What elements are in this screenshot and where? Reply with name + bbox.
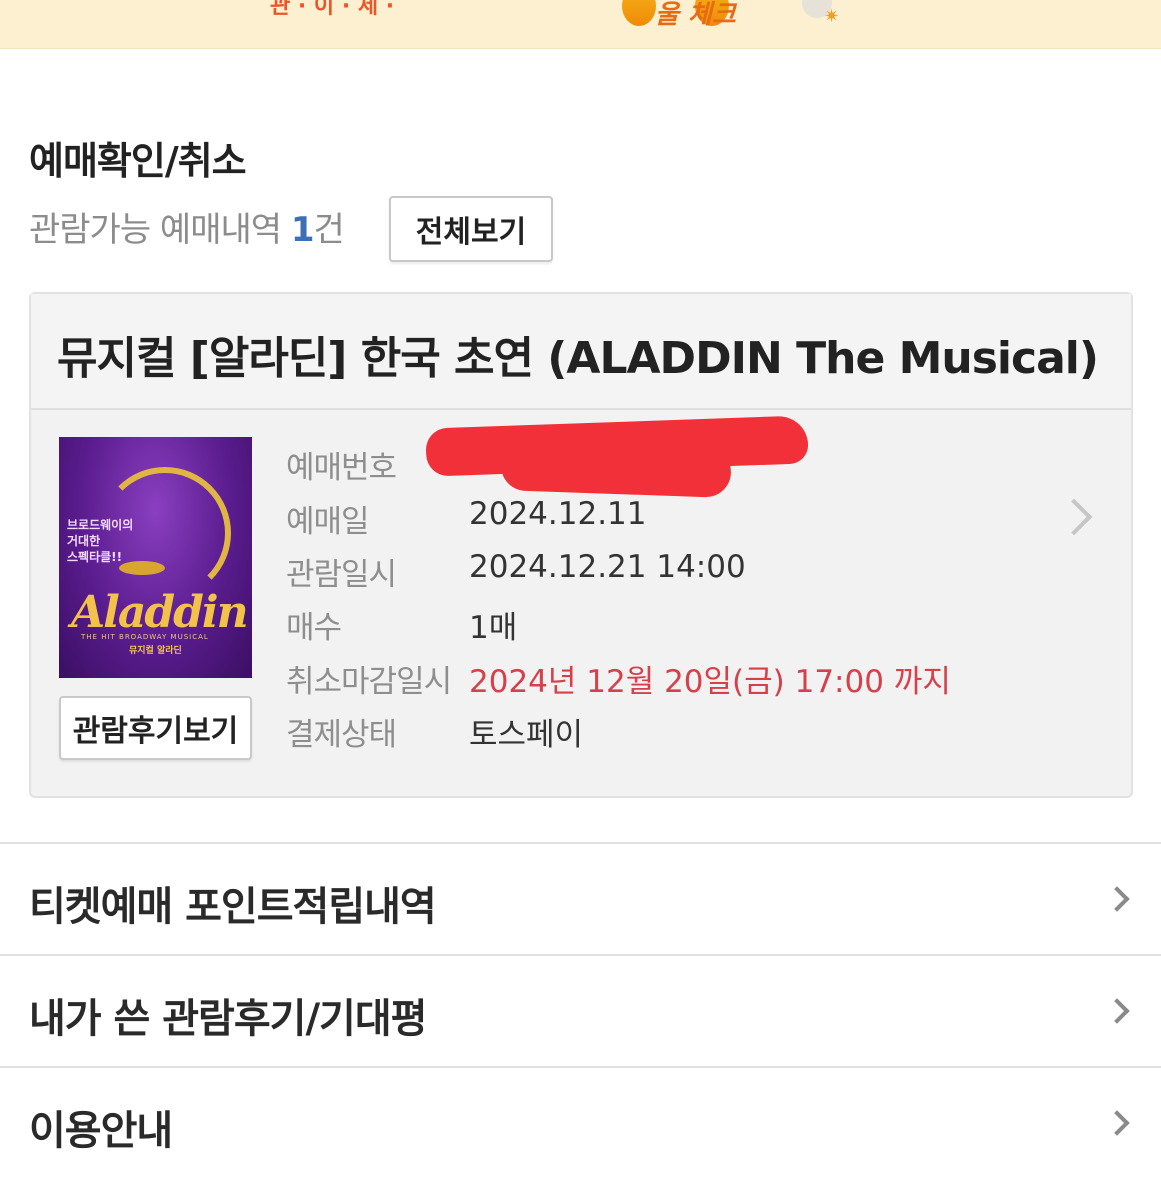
banner-text-left: 관 · 이 · 세 · — [270, 0, 395, 19]
show-title: 뮤지컬 [알라딘] 한국 초연 (ALADDIN The Musical) — [57, 333, 1099, 384]
poster-subtitle-ko: 뮤지컬 알라딘 — [129, 646, 182, 656]
booking-count: 관람가능 예매내역 1건 — [29, 202, 345, 251]
banner-text: 울 체크 — [655, 0, 736, 30]
booking-date-value: 2024.12.11 — [469, 496, 647, 532]
booking-card-header: 뮤지컬 [알라딘] 한국 초연 (ALADDIN The Musical) — [31, 294, 1131, 410]
menu-item-label: 티켓예매 포인트적립내역 — [29, 884, 437, 930]
booking-date-label: 예매일 — [286, 504, 370, 540]
ticket-count-value: 1매 — [469, 610, 518, 646]
ticket-count-label: 매수 — [286, 610, 342, 646]
show-datetime-value: 2024.12.21 14:00 — [469, 549, 746, 585]
show-poster[interactable]: 브로드웨이의 거대한 스펙타클!! Aladdin THE HIT BROADW… — [59, 437, 252, 678]
view-reviews-button[interactable]: 관람후기보기 — [59, 696, 252, 760]
sparkle-icon: ✷ — [824, 6, 840, 27]
menu-item-guide[interactable]: 이용안내 — [0, 1068, 1161, 1178]
view-all-button[interactable]: 전체보기 — [389, 196, 553, 262]
menu-item-label: 내가 쓴 관람후기/기대평 — [29, 996, 427, 1042]
chevron-right-icon[interactable] — [1055, 498, 1093, 536]
booking-count-number: 1 — [290, 210, 315, 250]
cancel-deadline-label: 취소마감일시 — [286, 664, 452, 700]
menu-item-my-reviews[interactable]: 내가 쓴 관람후기/기대평 — [0, 956, 1161, 1066]
booking-count-suffix: 건 — [313, 210, 345, 250]
poster-subtitle: THE HIT BROADWAY MUSICAL — [81, 633, 209, 641]
menu-item-label: 이용안내 — [29, 1108, 173, 1154]
redaction-mark — [500, 440, 732, 498]
chevron-right-icon — [1104, 1110, 1130, 1136]
booking-number-label: 예매번호 — [286, 450, 397, 486]
booking-count-prefix: 관람가능 예매내역 — [29, 210, 291, 250]
payment-status-label: 결제상태 — [286, 717, 397, 753]
chevron-right-icon — [1104, 886, 1130, 912]
cancel-deadline-value: 2024년 12월 20일(금) 17:00 까지 — [469, 664, 951, 700]
poster-tagline: 브로드웨이의 거대한 스펙타클!! — [67, 518, 134, 564]
egg-icon — [622, 0, 656, 26]
show-datetime-label: 관람일시 — [286, 557, 397, 593]
menu-item-points-history[interactable]: 티켓예매 포인트적립내역 — [0, 844, 1161, 954]
payment-status-value: 토스페이 — [469, 717, 584, 753]
promo-banner[interactable]: 관 · 이 · 세 · 울 체크 ✷ — [0, 0, 1161, 49]
booking-card[interactable]: 뮤지컬 [알라딘] 한국 초연 (ALADDIN The Musical) 브로… — [29, 292, 1133, 798]
chevron-right-icon — [1104, 998, 1130, 1024]
poster-logo: Aladdin — [71, 587, 249, 638]
page-title: 예매확인/취소 — [29, 139, 247, 183]
